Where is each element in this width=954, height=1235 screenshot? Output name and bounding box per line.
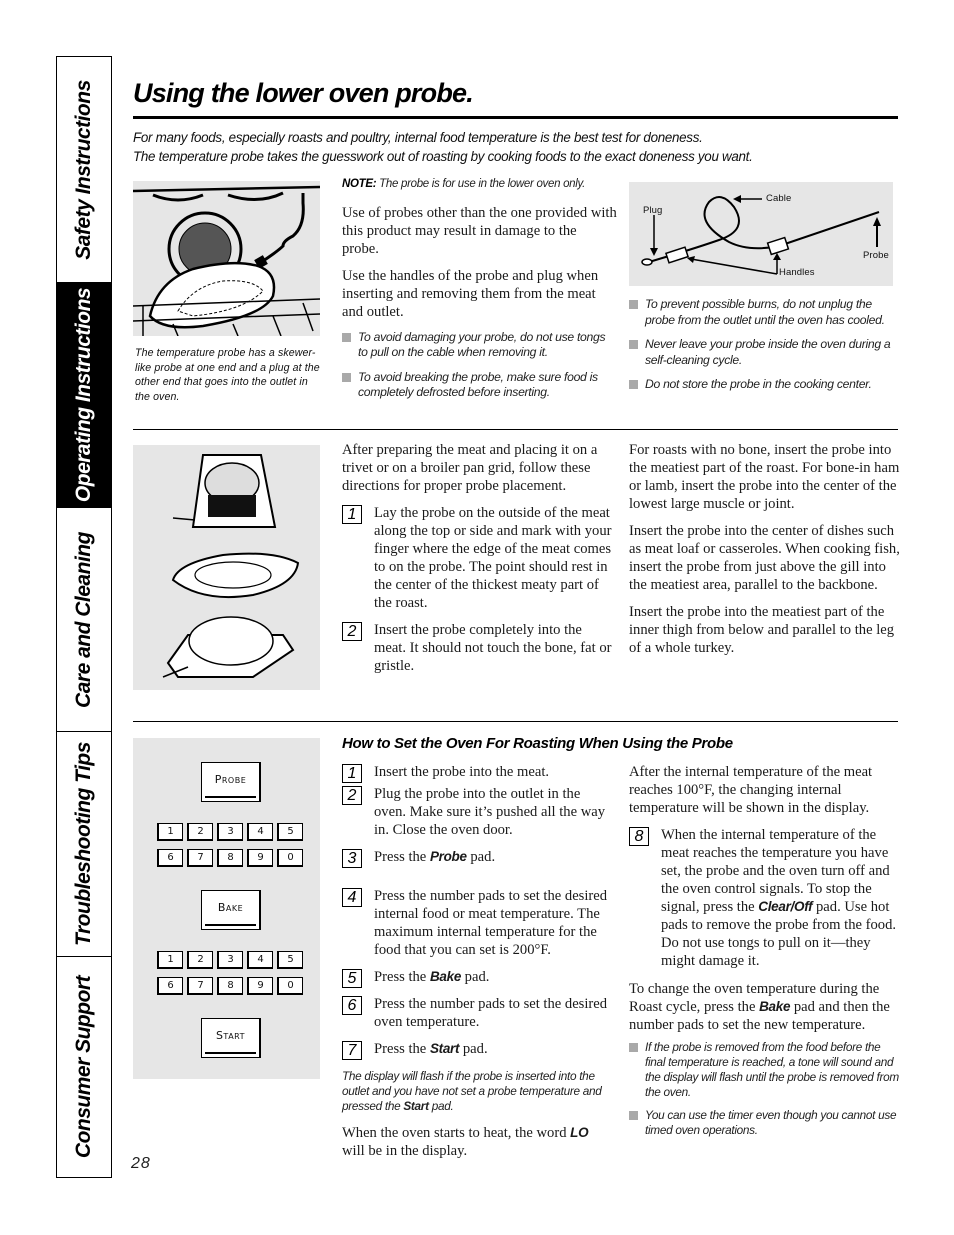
bullet-item: If the probe is removed from the food be… [629, 1040, 901, 1100]
placement-step: 2 Insert the probe completely into the m… [342, 621, 612, 675]
number-pad[interactable]: 3 [217, 951, 243, 969]
tab-safety-instructions[interactable]: Safety Instructions [57, 57, 111, 283]
bullet-item: You can use the timer even though you ca… [629, 1108, 901, 1138]
intro-text: For many foods, especially roasts and po… [133, 130, 753, 164]
number-pad[interactable]: 8 [217, 849, 243, 867]
probe-usage-column: NOTE: The probe is for use in the lower … [342, 177, 617, 401]
number-pad[interactable]: 5 [277, 951, 303, 969]
step-number: 7 [342, 1041, 362, 1060]
bullet-item: To avoid breaking the probe, make sure f… [342, 370, 617, 401]
probe-warning-paragraph: Use of probes other than the one provide… [342, 204, 617, 257]
lower-oven-note: NOTE: The probe is for use in the lower … [342, 178, 586, 190]
tab-troubleshooting-tips[interactable]: Troubleshooting Tips [57, 732, 111, 957]
placement-tips-column: For roasts with no bone, insert the prob… [629, 441, 901, 657]
roasting-step: 1 Insert the probe into the meat. [342, 763, 614, 783]
step-number: 2 [342, 786, 362, 805]
bake-pad[interactable]: Bake [201, 890, 261, 930]
section-divider [133, 429, 898, 430]
probe-placement-illustration [133, 445, 320, 690]
number-pad[interactable]: 1 [157, 823, 183, 841]
roasting-step: 6 Press the number pads to set the desir… [342, 995, 614, 1031]
label-probe: Probe [863, 250, 889, 261]
step-number: 1 [342, 764, 362, 783]
roasting-info-column: After the internal temperature of the me… [629, 763, 901, 1138]
tab-consumer-support[interactable]: Consumer Support [57, 957, 111, 1177]
roast-placement-paragraph: For roasts with no bone, insert the prob… [629, 442, 900, 512]
heat-note: When the oven starts to heat, the word L… [342, 1125, 589, 1159]
number-pad[interactable]: 9 [247, 977, 273, 995]
turkey-placement-paragraph: Insert the probe into the meatiest part … [629, 604, 895, 656]
probe-image-caption: The temperature probe has a skewer-like … [135, 347, 320, 403]
roasting-heading: How to Set the Oven For Roasting When Us… [342, 735, 733, 752]
roasting-step: 5 Press the Bake pad. [342, 968, 614, 988]
number-pad[interactable]: 0 [277, 849, 303, 867]
number-pad[interactable]: 8 [217, 977, 243, 995]
title-rule [133, 116, 898, 119]
page-title: Using the lower oven probe. [133, 78, 474, 108]
number-pad[interactable]: 6 [157, 977, 183, 995]
section-tabs: Safety Instructions Operating Instructio… [56, 56, 112, 1178]
placement-directions-column: After preparing the meat and placing it … [342, 441, 612, 675]
section-divider [133, 721, 898, 722]
tab-operating-instructions[interactable]: Operating Instructions [57, 283, 111, 508]
roasting-step: 2 Plug the probe into the outlet in the … [342, 785, 614, 839]
probe-parts-diagram: Plug Cable Handles Probe [629, 182, 893, 286]
label-plug: Plug [643, 205, 663, 216]
number-pad[interactable]: 6 [157, 849, 183, 867]
step-number: 2 [342, 622, 362, 641]
bullet-item: To prevent possible burns, do not unplug… [629, 297, 901, 328]
tab-care-and-cleaning[interactable]: Care and Cleaning [57, 508, 111, 732]
start-pad[interactable]: Start [201, 1018, 261, 1058]
number-pad[interactable]: 4 [247, 823, 273, 841]
step-number: 8 [629, 827, 649, 846]
placement-step: 1 Lay the probe on the outside of the me… [342, 504, 612, 612]
control-panel-illustration: Probe 1 2 3 4 5 6 7 8 9 0 Bake 1 2 3 4 5… [133, 738, 320, 1079]
number-pad[interactable]: 9 [247, 849, 273, 867]
step-number: 5 [342, 969, 362, 988]
step-number: 4 [342, 888, 362, 907]
number-pad[interactable]: 1 [157, 951, 183, 969]
roasting-steps-column: 1 Insert the probe into the meat. 2 Plug… [342, 763, 614, 1160]
step-number: 1 [342, 505, 362, 524]
label-cable: Cable [766, 193, 792, 204]
page-number: 28 [131, 1155, 151, 1172]
number-pad[interactable]: 4 [247, 951, 273, 969]
roasting-step: 3 Press the Probe pad. [342, 848, 614, 868]
number-pads-row: 6 7 8 9 0 [157, 977, 303, 995]
number-pad[interactable]: 5 [277, 823, 303, 841]
roasting-step: 4 Press the number pads to set the desir… [342, 887, 614, 959]
probe-cable-icon [641, 195, 881, 275]
number-pad[interactable]: 7 [187, 849, 213, 867]
number-pad[interactable]: 7 [187, 977, 213, 995]
bullet-item: Never leave your probe inside the oven d… [629, 337, 901, 368]
number-pads-row: 1 2 3 4 5 [157, 951, 303, 969]
bullet-item: Do not store the probe in the cooking ce… [629, 377, 901, 393]
number-pads-row: 6 7 8 9 0 [157, 849, 303, 867]
number-pads-row: 1 2 3 4 5 [157, 823, 303, 841]
number-pad[interactable]: 0 [277, 977, 303, 995]
roasting-step: 7 Press the Start pad. [342, 1040, 614, 1060]
number-pad[interactable]: 2 [187, 951, 213, 969]
step-number: 6 [342, 996, 362, 1015]
probe-in-roast-illustration [132, 181, 321, 337]
placement-intro: After preparing the meat and placing it … [342, 442, 598, 494]
flash-note: The display will flash if the probe is i… [342, 1069, 602, 1113]
number-pad[interactable]: 3 [217, 823, 243, 841]
label-handles: Handles [779, 267, 815, 278]
roast-probe-icon [132, 185, 321, 337]
number-pad[interactable]: 2 [187, 823, 213, 841]
step-number: 3 [342, 849, 362, 868]
temperature-display-paragraph: After the internal temperature of the me… [629, 764, 873, 816]
change-temperature-paragraph: To change the oven temperature during th… [629, 981, 890, 1033]
probe-safety-bullets: To prevent possible burns, do not unplug… [629, 297, 901, 393]
bullet-item: To avoid damaging your probe, do not use… [342, 330, 617, 361]
roasting-step: 8 When the internal temperature of the m… [629, 826, 901, 970]
dish-placement-paragraph: Insert the probe into the center of dish… [629, 523, 900, 593]
probe-pad[interactable]: Probe [201, 762, 261, 802]
roast-dishes-icon [162, 454, 300, 678]
probe-handles-paragraph: Use the handles of the probe and plug wh… [342, 267, 599, 320]
